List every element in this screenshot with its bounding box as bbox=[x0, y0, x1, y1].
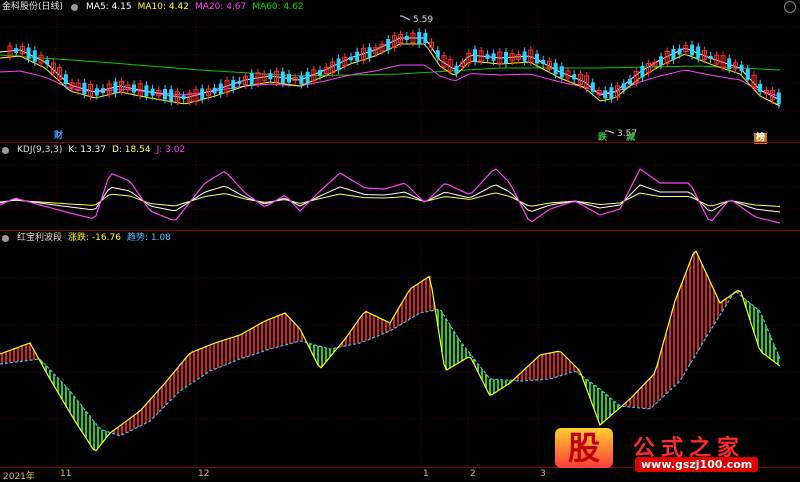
candle-body bbox=[708, 55, 713, 59]
candle-body bbox=[14, 48, 19, 54]
candle-body bbox=[671, 49, 676, 60]
axis-month-label: 11 bbox=[60, 469, 72, 479]
candle-body bbox=[113, 81, 118, 94]
candle-body bbox=[305, 71, 310, 84]
candle-body bbox=[522, 51, 527, 62]
kdj-d-line bbox=[0, 192, 781, 207]
candle-body bbox=[336, 58, 341, 71]
candle-body bbox=[454, 65, 459, 74]
candle-body bbox=[181, 95, 186, 100]
news-tag-cai[interactable]: 财 bbox=[52, 131, 65, 142]
candle-body bbox=[231, 80, 236, 90]
candle-body bbox=[94, 88, 99, 96]
candle-body bbox=[163, 89, 167, 100]
candle-body bbox=[218, 83, 223, 95]
kdj-panel[interactable]: KDJ(9,3,3) K: 13.37 D: 18.54 J: 3.02 bbox=[0, 143, 800, 229]
axis-year-label: 2021年 bbox=[3, 472, 35, 482]
candle-body bbox=[237, 80, 242, 85]
candle-body bbox=[349, 56, 353, 61]
candle-body bbox=[101, 88, 105, 93]
wave-fast-line bbox=[0, 250, 781, 452]
candle-body bbox=[132, 84, 136, 93]
candle-body bbox=[423, 32, 428, 44]
candle-body bbox=[404, 36, 409, 40]
candle-body bbox=[628, 78, 632, 85]
axis-month-label: 3 bbox=[540, 469, 546, 479]
high-marker-icon bbox=[400, 15, 411, 21]
kdj-k-line bbox=[0, 184, 781, 213]
candle-body bbox=[63, 74, 68, 85]
candle-body bbox=[367, 47, 372, 58]
candle-body bbox=[640, 65, 645, 78]
candle-body bbox=[485, 54, 490, 59]
candle-body bbox=[758, 83, 763, 93]
candle-body bbox=[417, 32, 422, 44]
candle-body bbox=[268, 73, 273, 80]
candle-body bbox=[491, 53, 496, 61]
candle-body bbox=[553, 62, 558, 75]
candlestick-chart bbox=[0, 12, 800, 141]
candle-body bbox=[541, 59, 546, 65]
candle-body bbox=[435, 50, 440, 58]
axis-month-label: 1 bbox=[423, 469, 429, 479]
candle-body bbox=[287, 73, 291, 83]
candle-body bbox=[32, 50, 37, 62]
candle-body bbox=[169, 89, 174, 102]
candle-body bbox=[572, 74, 577, 80]
candle-body bbox=[621, 83, 626, 90]
candle-body bbox=[355, 51, 360, 61]
candle-body bbox=[677, 48, 682, 55]
candle-body bbox=[690, 44, 694, 56]
candle-body bbox=[318, 69, 322, 76]
candle-body bbox=[45, 59, 50, 65]
candle-body bbox=[745, 68, 750, 80]
candle-body bbox=[212, 87, 217, 94]
candle-body bbox=[473, 49, 477, 62]
candle-body bbox=[727, 58, 732, 70]
candle-body bbox=[659, 56, 663, 65]
candle-body bbox=[144, 85, 149, 97]
candle-body bbox=[82, 82, 87, 95]
candle-body bbox=[559, 66, 564, 78]
candle-body bbox=[200, 88, 205, 100]
candle-body bbox=[603, 90, 608, 99]
candle-body bbox=[776, 92, 781, 105]
candle-body bbox=[280, 71, 285, 84]
candle-body bbox=[150, 88, 155, 96]
candle-body bbox=[696, 46, 701, 59]
price-panel[interactable]: 金科股份(日线) MA5: 4.15 MA10: 4.42 MA20: 4.67… bbox=[0, 0, 800, 144]
axis-month-label: 2 bbox=[470, 469, 476, 479]
kdj-chart bbox=[0, 155, 800, 229]
wave-trend-line bbox=[0, 290, 781, 437]
candle-body bbox=[535, 53, 539, 64]
high-price-label: 5.59 bbox=[413, 15, 434, 25]
candle-body bbox=[590, 82, 595, 92]
watermark-url: www.gszj100.com bbox=[635, 457, 759, 472]
candle-body bbox=[504, 52, 508, 64]
candle-body bbox=[739, 64, 744, 72]
site-watermark: 股 公式之家 www.gszj100.com bbox=[555, 428, 785, 476]
candle-body bbox=[26, 47, 31, 59]
axis-month-label: 12 bbox=[198, 469, 210, 479]
candle-body bbox=[249, 73, 254, 86]
candle-body bbox=[386, 39, 391, 51]
candle-body bbox=[609, 87, 614, 99]
watermark-logo: 股 bbox=[555, 428, 613, 468]
candle-body bbox=[299, 75, 304, 85]
